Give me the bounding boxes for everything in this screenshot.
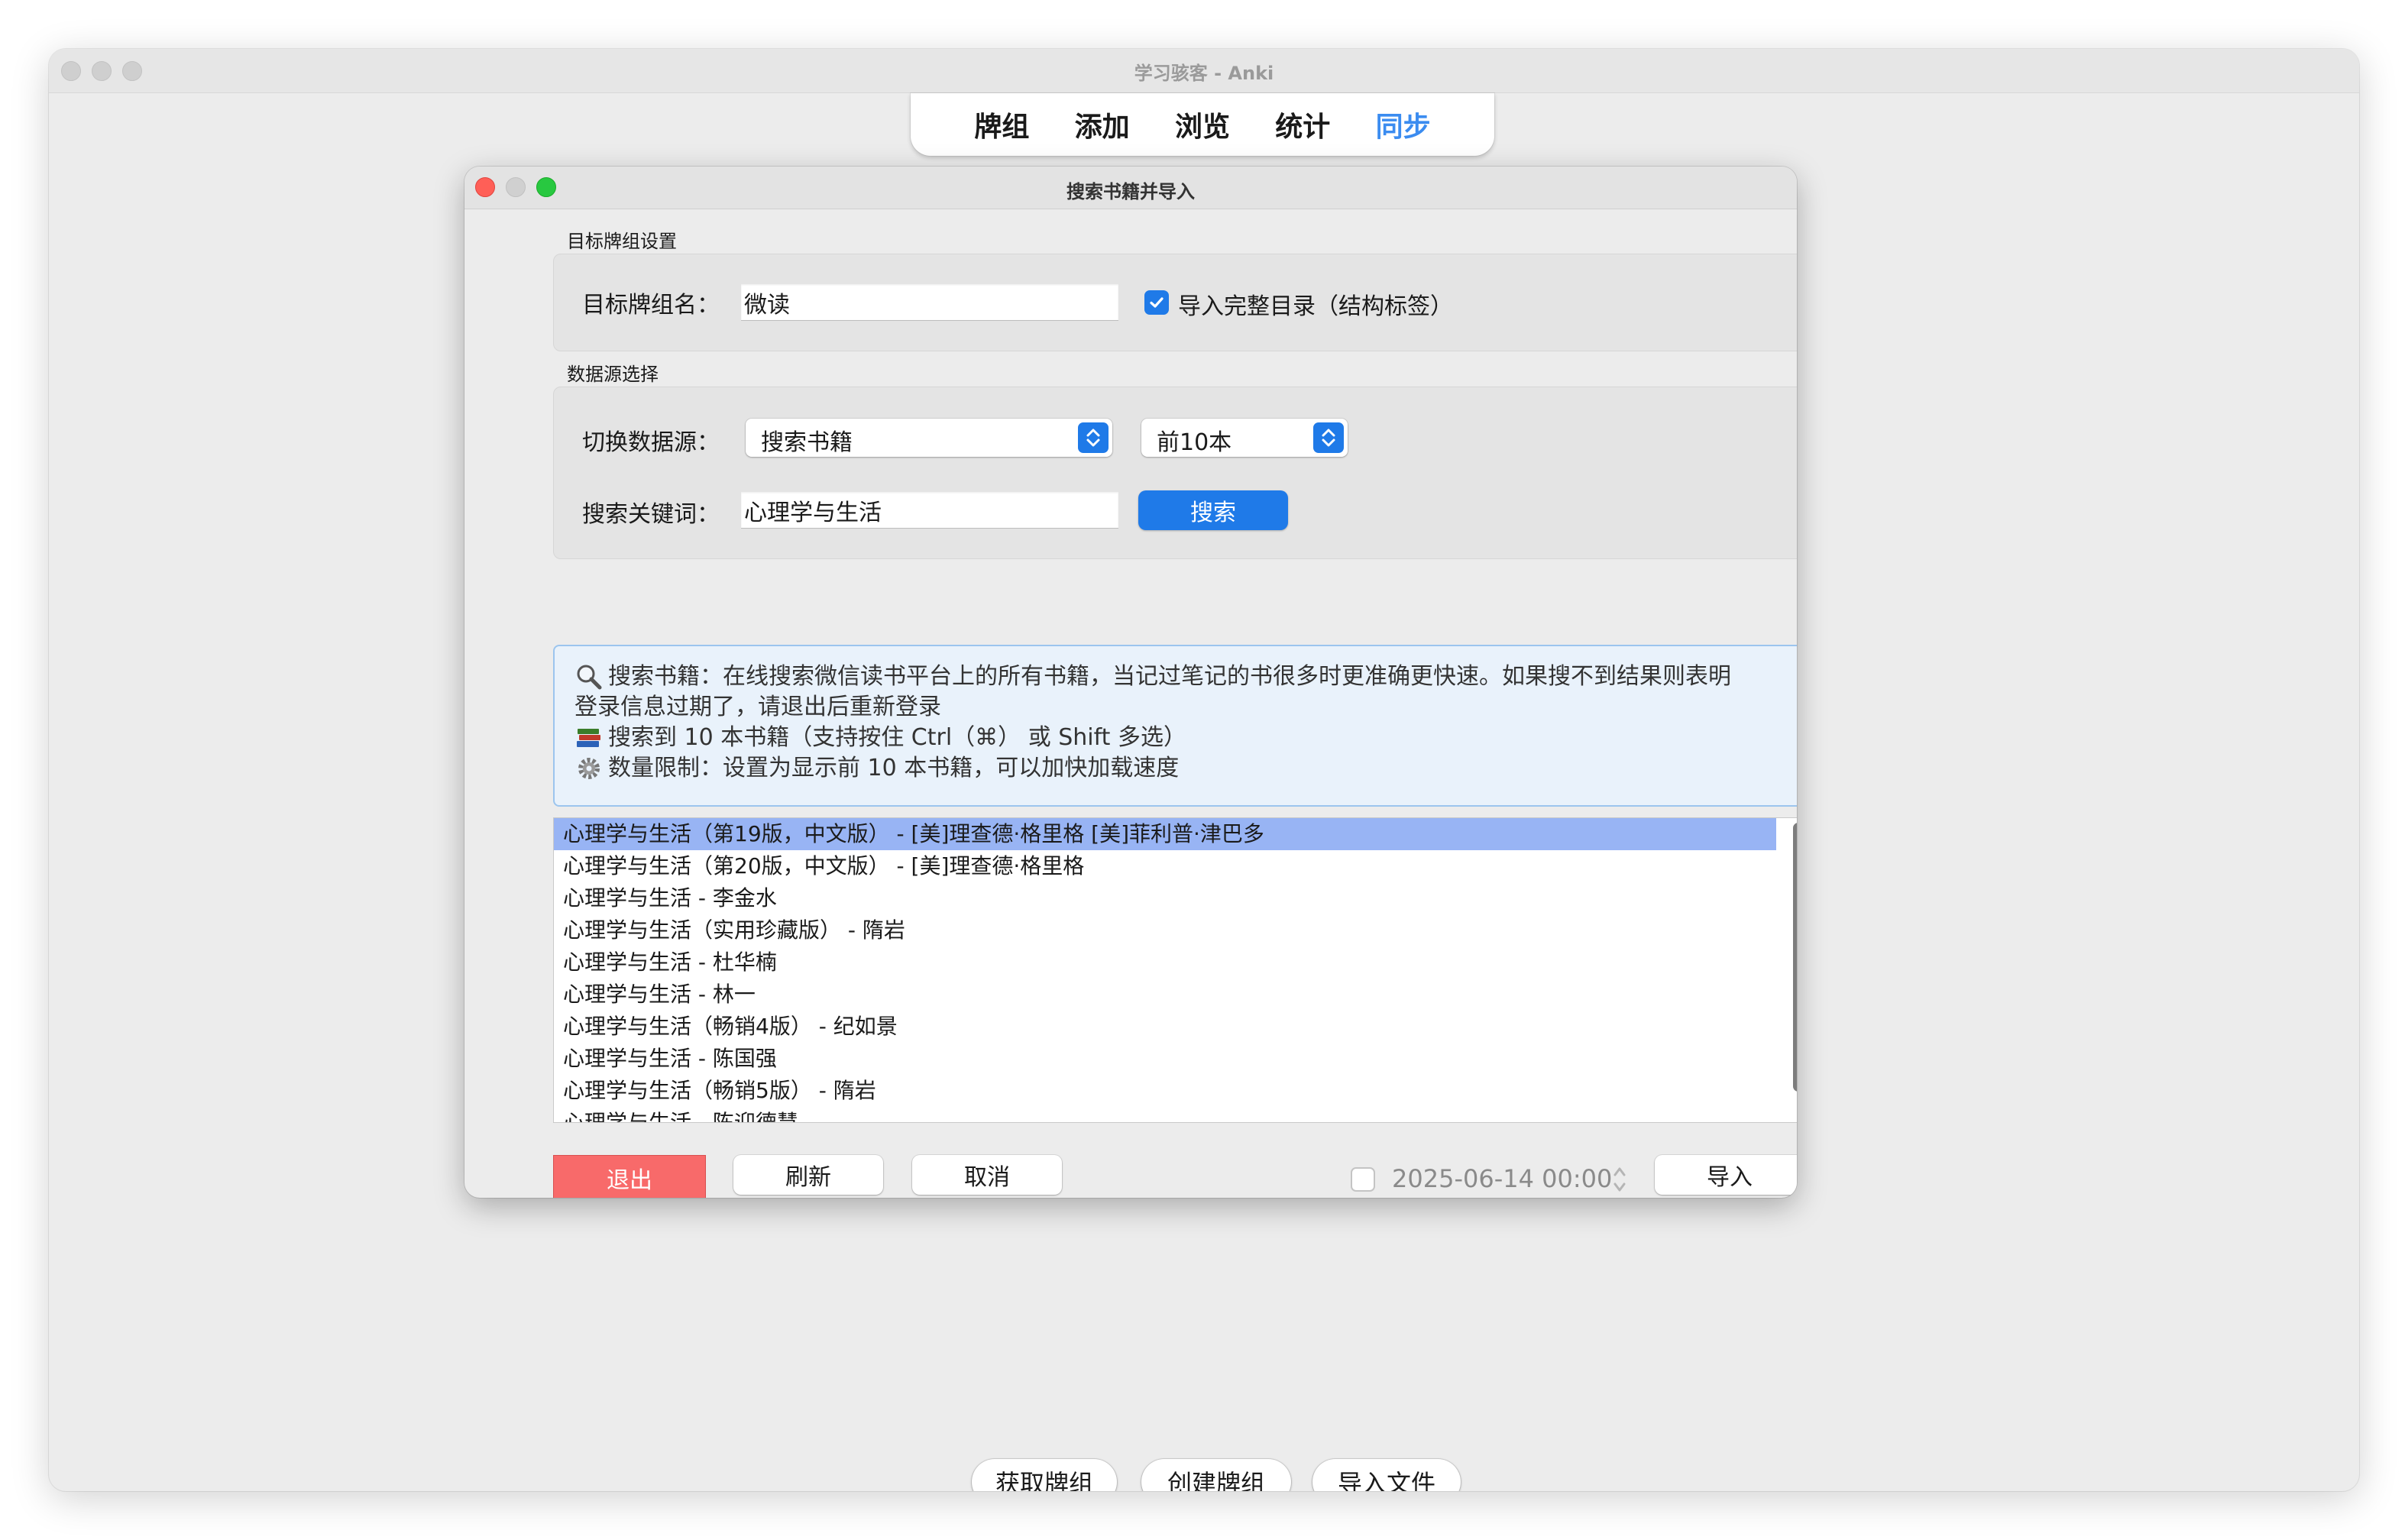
list-item[interactable]: 心理学与生活（第19版，中文版） - [美]理查德·格里格 [美]菲利普·津巴多 <box>554 818 1776 850</box>
target-section-title: 目标牌组设置 <box>567 231 677 252</box>
source-select-value: 搜索书籍 <box>761 429 853 456</box>
list-item[interactable]: 心理学与生活 - 陈迎德慧 <box>554 1107 1776 1122</box>
list-item[interactable]: 心理学与生活（畅销4版） - 纪如景 <box>554 1011 1776 1043</box>
info-panel: 搜索书籍：在线搜索微信读书平台上的所有书籍，当记过笔记的书很多时更准确更快速。如… <box>553 645 1797 807</box>
list-item[interactable]: 心理学与生活 - 林一 <box>554 979 1776 1011</box>
select-chevrons-icon <box>1078 422 1109 453</box>
cancel-button[interactable]: 取消 <box>912 1155 1062 1195</box>
info-text-line-1: 搜索书籍：在线搜索微信读书平台上的所有书籍，当记过笔记的书很多时更准确更快速。如… <box>608 663 1731 690</box>
main-titlebar: 学习骇客 - Anki <box>49 49 2359 93</box>
dialog-titlebar: 搜索书籍并导入 <box>464 167 1797 209</box>
window-title: 学习骇客 - Anki <box>1134 63 1274 84</box>
source-select[interactable]: 搜索书籍 <box>746 419 1112 457</box>
list-item[interactable]: 心理学与生活（第20版，中文版） - [美]理查德·格里格 <box>554 850 1776 882</box>
toolbar-stats[interactable]: 统计 <box>1275 105 1330 144</box>
import-button[interactable]: 导入 <box>1655 1155 1797 1195</box>
quit-button[interactable]: 退出 <box>553 1155 706 1198</box>
list-item[interactable]: 心理学与生活 - 杜华楠 <box>554 946 1776 979</box>
date-filter-checkbox[interactable] <box>1351 1167 1375 1192</box>
toolbar-browse[interactable]: 浏览 <box>1175 105 1230 144</box>
results-list[interactable]: 心理学与生活（第19版，中文版） - [美]理查德·格里格 [美]菲利普·津巴多… <box>553 817 1797 1123</box>
create-deck-button[interactable]: 创建牌组 <box>1141 1459 1291 1491</box>
scrollbar-thumb[interactable] <box>1793 823 1797 1092</box>
datetime-stepper[interactable] <box>1609 1160 1630 1198</box>
results-scrollbar[interactable] <box>1791 823 1797 1115</box>
info-text-line-3: 数量限制：设置为显示前 10 本书籍，可以加快加载速度 <box>608 755 1180 781</box>
toolbar-sync[interactable]: 同步 <box>1376 105 1431 144</box>
full-toc-label: 导入完整目录（结构标签） <box>1178 293 1453 320</box>
gear-icon <box>574 753 608 784</box>
stepper-arrows-icon <box>1613 1167 1626 1192</box>
keyword-label: 搜索关键词： <box>582 501 720 528</box>
source-label: 切换数据源： <box>582 429 720 456</box>
limit-select-value: 前10本 <box>1157 429 1232 456</box>
toolbar-decks[interactable]: 牌组 <box>974 105 1029 144</box>
info-text-line-1b: 登录信息过期了，请退出后重新登录 <box>574 694 941 720</box>
magnifier-icon <box>574 662 608 692</box>
search-import-dialog: 搜索书籍并导入 目标牌组设置 目标牌组名： 导入完整目录（结构标签） 数据源选择… <box>464 167 1797 1198</box>
limit-select[interactable]: 前10本 <box>1141 419 1348 457</box>
dialog-title: 搜索书籍并导入 <box>1066 181 1195 202</box>
get-decks-button[interactable]: 获取牌组 <box>972 1459 1117 1491</box>
toolbar-add[interactable]: 添加 <box>1075 105 1130 144</box>
source-section-group <box>553 387 1797 559</box>
refresh-button[interactable]: 刷新 <box>733 1155 883 1195</box>
info-text-line-2: 搜索到 10 本书籍（支持按住 Ctrl（⌘） 或 Shift 多选） <box>608 724 1186 751</box>
main-toolbar: 牌组 添加 浏览 统计 同步 <box>911 93 1494 156</box>
full-toc-checkbox[interactable] <box>1144 290 1169 315</box>
select-chevrons-icon <box>1313 422 1344 453</box>
import-file-button[interactable]: 导入文件 <box>1312 1459 1461 1491</box>
keyword-input[interactable] <box>741 492 1118 529</box>
checkmark-icon <box>1150 297 1164 308</box>
list-item[interactable]: 心理学与生活 - 李金水 <box>554 882 1776 914</box>
list-item[interactable]: 心理学与生活（畅销5版） - 隋岩 <box>554 1075 1776 1107</box>
deck-name-label: 目标牌组名： <box>582 292 720 319</box>
search-button[interactable]: 搜索 <box>1138 490 1288 530</box>
source-section-title: 数据源选择 <box>567 364 659 385</box>
target-section-group <box>553 254 1797 351</box>
deck-name-input[interactable] <box>741 284 1118 321</box>
list-item[interactable]: 心理学与生活 - 陈国强 <box>554 1043 1776 1075</box>
datetime-field[interactable]: 2025-06-14 00:00 <box>1392 1164 1612 1193</box>
list-item[interactable]: 心理学与生活（实用珍藏版） - 隋岩 <box>554 914 1776 946</box>
books-icon <box>574 723 608 753</box>
